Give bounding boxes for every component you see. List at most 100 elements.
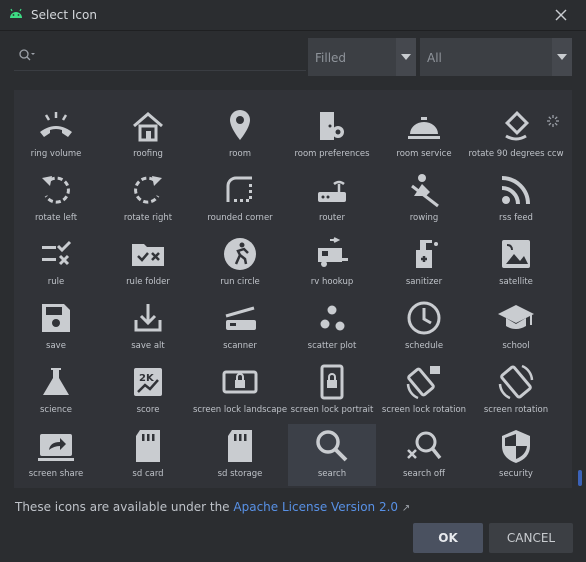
icon-label: score [136, 405, 160, 415]
svg-text:2K: 2K [139, 373, 155, 384]
chevron-down-icon [552, 38, 572, 76]
icon-label: screen lock landscape [192, 405, 288, 415]
icon-cell-screen-share[interactable]: screen share [12, 424, 100, 486]
icon-cell-router[interactable]: router [288, 168, 376, 230]
category-dropdown[interactable]: All [420, 38, 572, 76]
room-preferences-icon [320, 112, 344, 140]
icon-cell-screen-rotation[interactable]: screen rotation [472, 360, 560, 422]
save-alt-icon [134, 304, 162, 332]
icon-cell-sanitizer[interactable]: sanitizer [380, 232, 468, 294]
icon-cell-save[interactable]: save [12, 296, 100, 358]
icon-cell-rss-feed[interactable]: rss feed [472, 168, 560, 230]
icon-cell-satellite[interactable]: satellite [472, 232, 560, 294]
icon-label: save alt [131, 341, 165, 351]
icon-label: rule folder [126, 277, 170, 287]
search-icon [19, 49, 35, 61]
cancel-button[interactable]: CANCEL [489, 523, 573, 553]
science-icon [43, 368, 69, 395]
icon-cell-search[interactable]: search [288, 424, 376, 486]
icon-cell-save-alt[interactable]: save alt [104, 296, 192, 358]
icon-cell-rounded-corner[interactable]: rounded corner [196, 168, 284, 230]
icon-cell-science[interactable]: science [12, 360, 100, 422]
icon-label: room [229, 149, 251, 159]
icon-cell-schedule[interactable]: schedule [380, 296, 468, 358]
dialog-title: Select Icon [31, 8, 97, 22]
scrollbar-thumb[interactable] [578, 470, 582, 486]
icon-label: science [40, 405, 72, 415]
icon-cell-search-off[interactable]: search off [380, 424, 468, 486]
icon-label: roofing [133, 149, 163, 159]
room-icon [230, 110, 250, 140]
icon-label: router [319, 213, 345, 223]
icon-label: rule [47, 277, 65, 287]
icon-cell-screen-lock-rotation[interactable]: screen lock rotation [380, 360, 468, 422]
icon-cell-rotate-left[interactable]: rotate left [12, 168, 100, 230]
icon-label: satellite [499, 277, 533, 287]
icon-label: search [317, 469, 347, 479]
ok-button[interactable]: OK [413, 523, 483, 553]
icon-cell-screen-lock-portrait[interactable]: screen lock portrait [288, 360, 376, 422]
schedule-icon [407, 301, 441, 335]
icon-cell-school[interactable]: school [472, 296, 560, 358]
license-text: These icons are available under the [15, 500, 234, 514]
icon-label: schedule [404, 341, 444, 351]
rv-hookup-icon [318, 237, 348, 267]
style-dropdown-value: Filled [315, 51, 347, 65]
icon-cell-rule-folder[interactable]: rule folder [104, 232, 192, 294]
icon-label: rowing [409, 213, 439, 223]
save-icon [42, 304, 70, 332]
android-icon [10, 8, 22, 18]
rowing-icon [411, 174, 439, 208]
license-footer: These icons are available under the Apac… [15, 500, 410, 514]
icon-label: screen lock rotation [381, 405, 467, 415]
icon-label: room service [396, 149, 452, 159]
rotate-90-degrees-ccw-icon [504, 110, 530, 141]
search-off-icon [407, 431, 442, 460]
icon-label: ring volume [30, 149, 82, 159]
icon-label: school [502, 341, 530, 351]
router-icon [318, 180, 346, 202]
room-service-icon [408, 117, 440, 139]
icon-label: rotate left [34, 213, 78, 223]
icon-cell-screen-lock-landscape[interactable]: screen lock landscape [193, 360, 287, 422]
icon-cell-sd-card[interactable]: sd card [104, 424, 192, 486]
icon-label: search off [403, 469, 445, 479]
icon-label: save [46, 341, 66, 351]
icon-label: rotate 90 degrees ccw [468, 149, 564, 159]
screen-lock-rotation-icon [406, 366, 440, 400]
icon-label: scatter plot [307, 341, 357, 351]
screen-lock-landscape-icon [222, 370, 258, 394]
icon-cell-roofing[interactable]: roofing [104, 104, 192, 166]
style-dropdown[interactable]: Filled [308, 38, 416, 76]
sd-storage-icon [228, 430, 252, 462]
search-input[interactable] [14, 38, 306, 71]
icon-cell-sd-storage[interactable]: sd storage [196, 424, 284, 486]
rule-icon [42, 240, 72, 266]
chevron-down-icon [396, 38, 416, 76]
icon-cell-rule[interactable]: rule [12, 232, 100, 294]
license-link[interactable]: Apache License Version 2.0 [233, 500, 398, 514]
icon-cell-score[interactable]: 2K score [104, 360, 192, 422]
icon-cell-rotate-right[interactable]: rotate right [104, 168, 192, 230]
icon-label: run circle [220, 277, 260, 287]
icon-cell-room-preferences[interactable]: room preferences [288, 104, 376, 166]
icon-cell-scatter-plot[interactable]: scatter plot [288, 296, 376, 358]
icon-cell-room[interactable]: room [196, 104, 284, 166]
icon-label: rotate right [123, 213, 173, 223]
icon-cell-security[interactable]: security [472, 424, 560, 486]
icon-cell-run-circle[interactable]: run circle [196, 232, 284, 294]
icon-cell-rowing[interactable]: rowing [380, 168, 468, 230]
close-icon[interactable] [551, 5, 571, 25]
icon-cell-rv-hookup[interactable]: rv hookup [288, 232, 376, 294]
icon-cell-ring-volume[interactable]: ring volume [12, 104, 100, 166]
icon-label: rounded corner [207, 213, 273, 223]
scatter-plot-icon [320, 305, 345, 331]
icon-cell-scanner[interactable]: scanner [196, 296, 284, 358]
icon-label: room preferences [294, 149, 370, 159]
icon-label: rv hookup [310, 277, 354, 287]
satellite-icon [502, 240, 530, 268]
icon-cell-rotate-90-degrees-ccw[interactable]: rotate 90 degrees ccw [468, 104, 564, 166]
screen-share-icon [38, 434, 74, 461]
icon-cell-room-service[interactable]: room service [380, 104, 468, 166]
security-icon [502, 430, 530, 463]
